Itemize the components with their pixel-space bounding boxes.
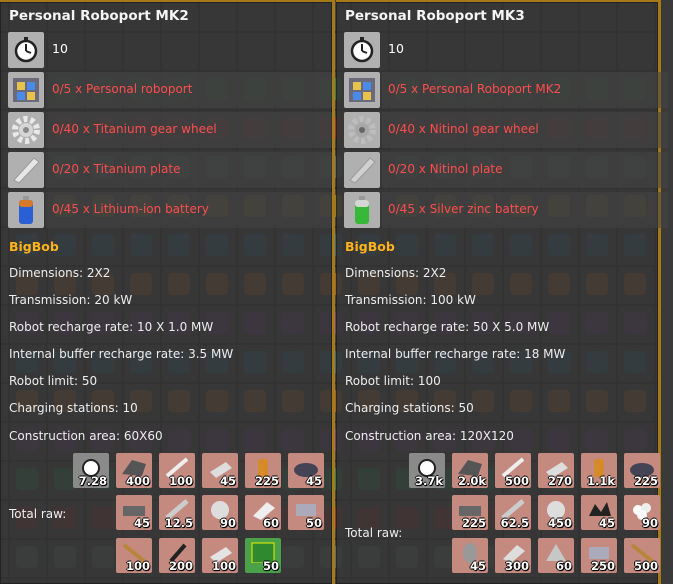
ingredient-row: 0/5 x Personal Roboport MK2 <box>344 72 668 108</box>
circuit-icon: 50 <box>245 538 281 573</box>
raw-item-tile: 50 <box>288 495 324 530</box>
stat-charging-stations: Charging stations: 50 <box>345 401 474 415</box>
stat-dimensions: Dimensions: 2X2 <box>9 266 111 280</box>
tooltip-title: Personal Roboport MK2 <box>9 8 189 24</box>
ingredient-label: 0/45 x Lithium-ion battery <box>52 202 209 216</box>
battery-icon <box>8 192 44 228</box>
clock-icon <box>344 32 380 68</box>
raw-item-tile: 270 <box>538 453 574 488</box>
raw-item-tile: 225 <box>452 495 488 530</box>
crafting-time-row: 10 <box>8 32 326 68</box>
raw-item-tile: 450 <box>538 495 574 530</box>
ingredient-row: 0/45 x Silver zinc battery <box>344 192 668 228</box>
stat-robot-limit: Robot limit: 100 <box>345 374 441 388</box>
total-raw-label: Total raw: <box>345 526 403 540</box>
raw-item-tile: 45 <box>202 453 238 488</box>
raw-item-tile: 500 <box>495 453 531 488</box>
raw-item-tile: 200 <box>159 538 195 573</box>
raw-item-tile: 225 <box>624 453 660 488</box>
raw-item-tile: 45 <box>581 495 617 530</box>
ingredient-row: 0/40 x Nitinol gear wheel <box>344 112 668 148</box>
ingredient-row: 0/45 x Lithium-ion battery <box>8 192 332 228</box>
mod-owner: BigBob <box>345 239 395 254</box>
raw-item-tile: 250 <box>581 538 617 573</box>
total-raw-label: Total raw: <box>9 507 67 521</box>
raw-item-tile: 100 <box>159 453 195 488</box>
crafting-time-row: 10 <box>344 32 662 68</box>
raw-item-tile: 1.1k <box>581 453 617 488</box>
roboport-icon <box>344 72 380 108</box>
ingredient-label: 0/40 x Nitinol gear wheel <box>388 122 539 136</box>
stat-dimensions: Dimensions: 2X2 <box>345 266 447 280</box>
raw-item-tile: 500 <box>624 538 660 573</box>
stat-buffer-recharge-rate: Internal buffer recharge rate: 18 MW <box>345 347 566 361</box>
clock-icon <box>8 32 44 68</box>
raw-item-tile: 60 <box>538 538 574 573</box>
raw-item-tile: 45 <box>288 453 324 488</box>
stat-construction-area: Construction area: 120X120 <box>345 429 514 443</box>
tooltip-personal-roboport-mk3: Personal Roboport MK3 10 0/5 x Personal … <box>336 0 668 584</box>
ingredient-label: 0/5 x Personal Roboport MK2 <box>388 82 562 96</box>
raw-item-tile: 100 <box>202 538 238 573</box>
plate-icon <box>344 152 380 188</box>
raw-item-tile: 300 <box>495 538 531 573</box>
raw-time-tile: 7.28 <box>73 453 109 488</box>
plate-icon <box>8 152 44 188</box>
raw-item-tile: 90 <box>624 495 660 530</box>
stat-robot-recharge-rate: Robot recharge rate: 50 X 5.0 MW <box>345 320 550 334</box>
tooltip-title: Personal Roboport MK3 <box>345 8 525 24</box>
raw-item-tile: 90 <box>202 495 238 530</box>
ingredient-row: 0/20 x Nitinol plate <box>344 152 668 188</box>
raw-item-tile: 62.5 <box>495 495 531 530</box>
raw-item-tile: 2.0k <box>452 453 488 488</box>
mod-owner: BigBob <box>9 239 59 254</box>
stat-robot-recharge-rate: Robot recharge rate: 10 X 1.0 MW <box>9 320 214 334</box>
raw-item-tile: 45 <box>452 538 488 573</box>
ingredient-row: 0/20 x Titanium plate <box>8 152 332 188</box>
ingredient-label: 0/20 x Nitinol plate <box>388 162 503 176</box>
stat-transmission: Transmission: 20 kW <box>9 293 133 307</box>
tooltip-personal-roboport-mk2: Personal Roboport MK2 10 0/5 x Personal … <box>0 0 335 584</box>
stat-robot-limit: Robot limit: 50 <box>9 374 98 388</box>
raw-item-tile: 60 <box>245 495 281 530</box>
ingredient-row: 0/40 x Titanium gear wheel <box>8 112 332 148</box>
ingredient-label: 0/45 x Silver zinc battery <box>388 202 539 216</box>
ingredient-label: 0/40 x Titanium gear wheel <box>52 122 217 136</box>
roboport-icon <box>8 72 44 108</box>
raw-item-tile: 400 <box>116 453 152 488</box>
ingredient-row: 0/5 x Personal roboport <box>8 72 332 108</box>
battery-icon <box>344 192 380 228</box>
ingredient-label: 0/5 x Personal roboport <box>52 82 193 96</box>
gear-icon <box>344 112 380 148</box>
stat-transmission: Transmission: 100 kW <box>345 293 476 307</box>
crafting-time: 10 <box>388 41 404 56</box>
raw-item-tile: 100 <box>116 538 152 573</box>
stat-charging-stations: Charging stations: 10 <box>9 401 138 415</box>
crafting-time: 10 <box>52 41 68 56</box>
gear-icon <box>8 112 44 148</box>
raw-time-tile: 3.7k <box>409 453 445 488</box>
raw-item-tile: 12.5 <box>159 495 195 530</box>
raw-item-tile: 225 <box>245 453 281 488</box>
stat-buffer-recharge-rate: Internal buffer recharge rate: 3.5 MW <box>9 347 234 361</box>
raw-item-tile: 45 <box>116 495 152 530</box>
ingredient-label: 0/20 x Titanium plate <box>52 162 181 176</box>
stat-construction-area: Construction area: 60X60 <box>9 429 163 443</box>
